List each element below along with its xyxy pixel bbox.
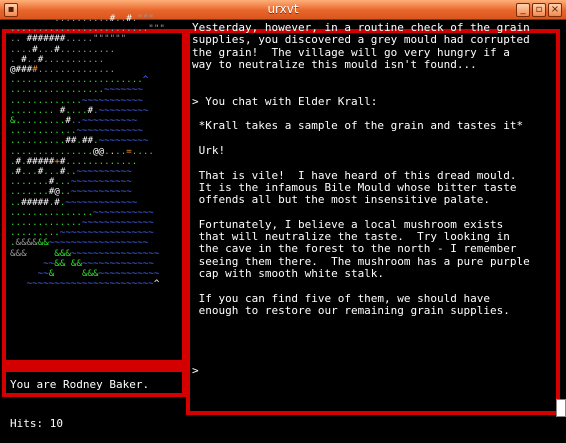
status-panel: You are Rodney Baker. Hits: 10	[10, 352, 182, 443]
message-line: supplies, you discovered a grey mould ha…	[192, 33, 530, 47]
message-line: way to neutralize this mould isn't found…	[192, 57, 477, 71]
message-line: Urk!	[192, 143, 226, 157]
message-log: Yesterday, however, in a routine check o…	[192, 21, 554, 317]
status-name-line: You are Rodney Baker.	[10, 378, 150, 391]
game-map: ..........#..#."""......................…	[10, 14, 182, 336]
message-line	[192, 157, 554, 169]
message-line	[192, 133, 554, 145]
message-line	[192, 280, 554, 292]
message-line: If you can find five of them, we should …	[192, 291, 491, 305]
message-line: offends all but the most insensitive pal…	[192, 193, 491, 207]
close-button[interactable]: ×	[548, 3, 562, 17]
command-prompt[interactable]: >	[192, 364, 199, 377]
map-tile-run	[10, 278, 27, 289]
minimize-button[interactable]: _	[516, 3, 530, 17]
maximize-button[interactable]: ▫	[532, 3, 546, 17]
message-line: enough to restore our remaining grain su…	[192, 303, 510, 317]
message-line: > You chat with Elder Krall:	[192, 94, 378, 108]
message-line: cap with smooth white stalk.	[192, 266, 385, 280]
message-line: That is vile! I have heard of this dread…	[192, 168, 517, 182]
status-hits-line: Hits: 10	[10, 417, 63, 430]
map-tile-run: ^	[142, 74, 149, 86]
message-line	[192, 71, 554, 83]
message-line: the cave in the forest to the north - I …	[192, 242, 517, 256]
scrollbar-thumb[interactable]	[556, 399, 566, 417]
message-line	[192, 83, 554, 95]
map-row: ~~~~~~~~~~~~~~~~~~~~~~~^	[10, 279, 182, 289]
map-tile-run: ^	[153, 278, 160, 290]
message-line	[192, 206, 554, 218]
message-line: *Krall takes a sample of the grain and t…	[192, 119, 524, 133]
map-tile-run: ~~~~~~~~~~~~~~~~~~~~~~~	[26, 278, 154, 290]
